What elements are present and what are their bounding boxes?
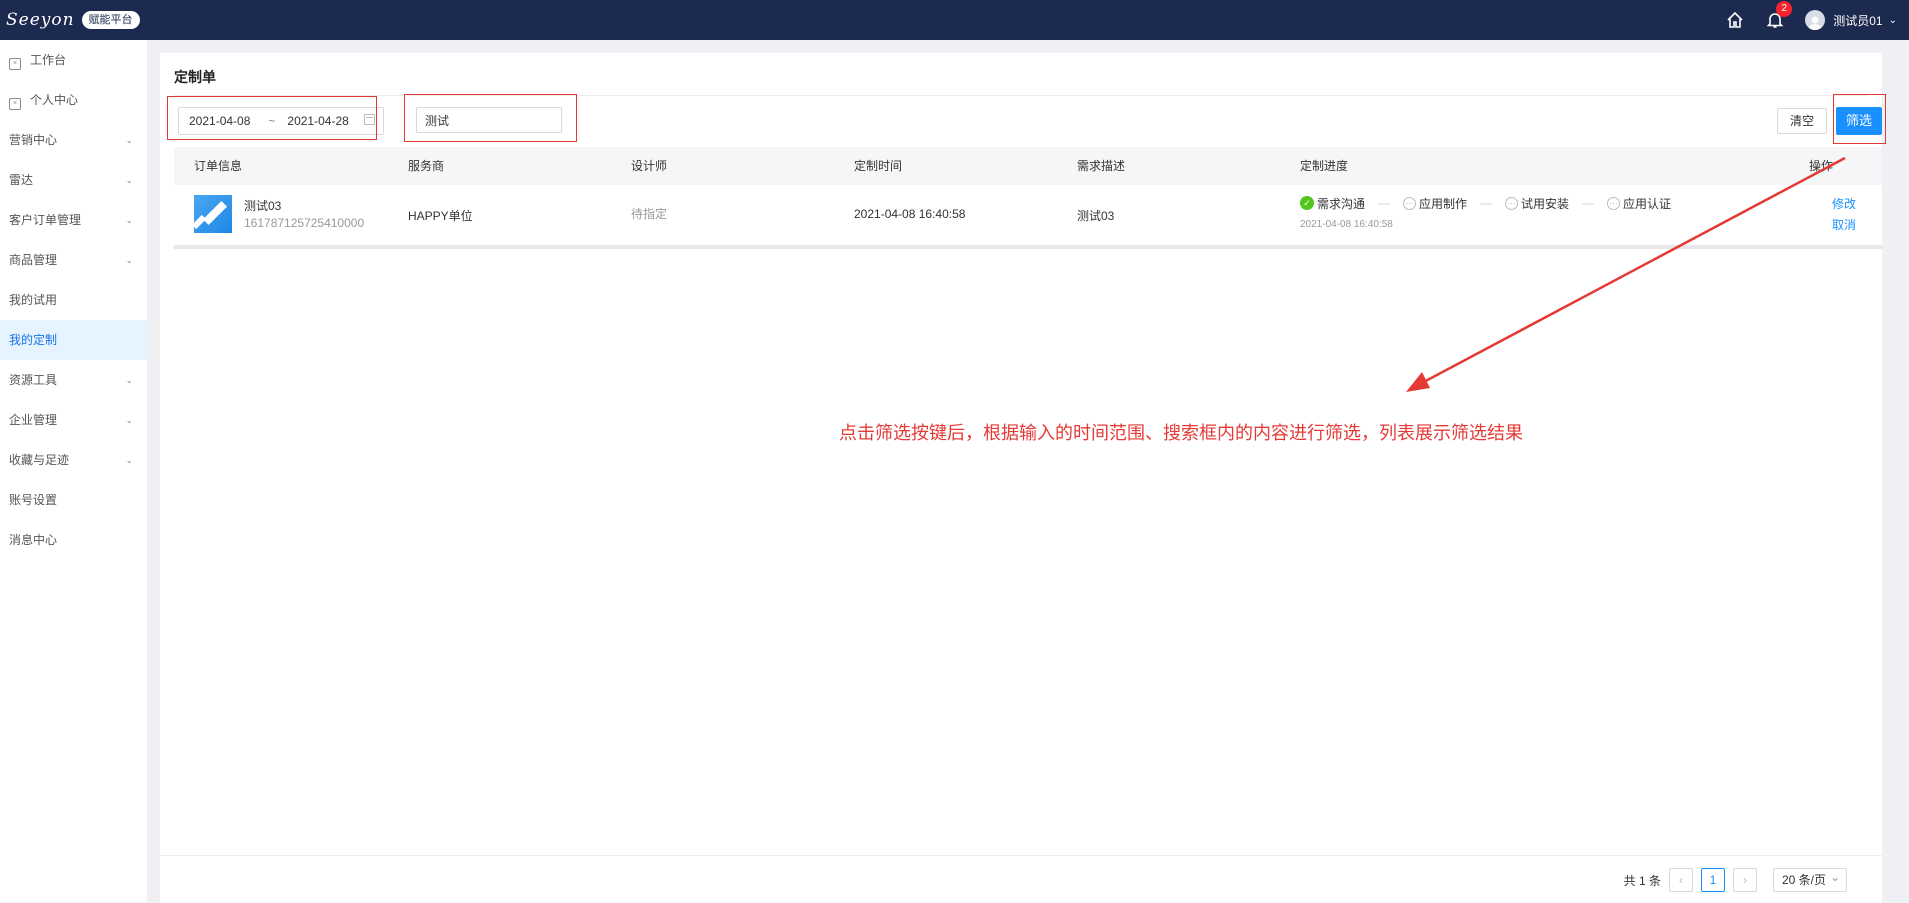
annotation-text: 点击筛选按键后，根据输入的时间范围、搜索框内的内容进行筛选，列表展示筛选结果 [839, 423, 1523, 443]
next-page-icon[interactable]: › [1733, 868, 1757, 892]
prev-page-icon[interactable]: ‹ [1669, 868, 1693, 892]
total-count: 共 1 条 [1623, 873, 1661, 888]
pagination: 共 1 条 ‹ 1 › 20 条/页 [1623, 866, 1847, 892]
footer: 共 1 条 ‹ 1 › 20 条/页 [160, 855, 1882, 903]
page-number[interactable]: 1 [1701, 868, 1725, 892]
annotation-arrow [1406, 156, 1846, 392]
page-size-select[interactable]: 20 条/页 [1773, 866, 1847, 892]
